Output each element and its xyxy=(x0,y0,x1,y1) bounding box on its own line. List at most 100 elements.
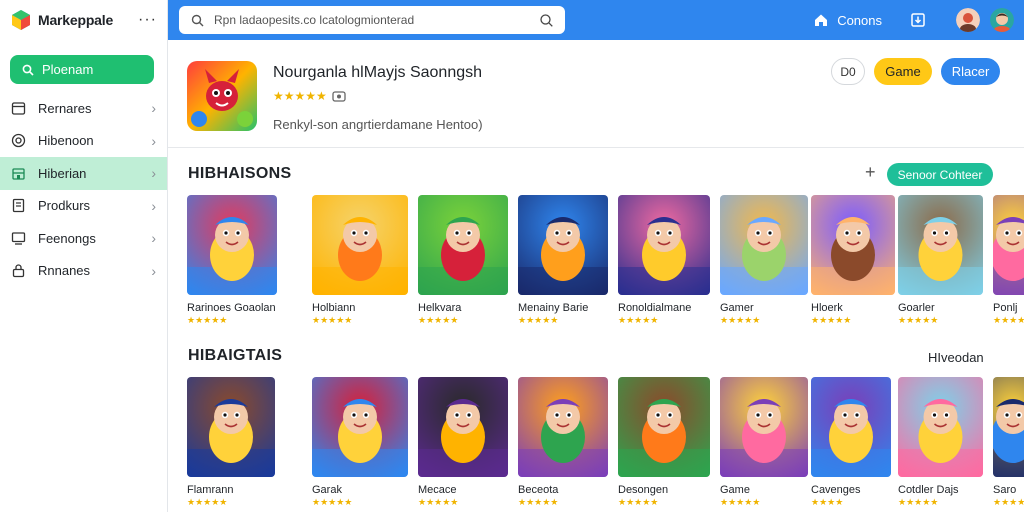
rating-stars: ★★★★★ xyxy=(273,89,327,103)
main-content: Nourganla hlMayjs Saonngsh ★★★★★ Renkyl-… xyxy=(168,40,1024,512)
game-card[interactable]: Ponlj ★★★★ xyxy=(993,195,1024,326)
section-action-button[interactable]: Senoor Cohteer xyxy=(887,163,993,186)
rank-button[interactable]: D0 xyxy=(831,58,865,85)
game-thumbnail[interactable] xyxy=(518,195,608,295)
game-title: Hloerk xyxy=(811,302,843,314)
game-thumbnail[interactable] xyxy=(811,377,891,477)
game-thumbnail[interactable] xyxy=(720,195,808,295)
game-thumbnail[interactable] xyxy=(993,377,1024,477)
game-card[interactable]: Saro ★★★★ xyxy=(993,377,1024,508)
game-rating-stars: ★★★★ xyxy=(993,497,1024,507)
lock-icon xyxy=(11,263,26,278)
game-card[interactable]: Game ★★★★★ xyxy=(720,377,808,508)
game-card[interactable]: Helkvara ★★★★★ xyxy=(418,195,508,326)
more-icon[interactable]: ··· xyxy=(138,11,157,29)
game-card[interactable]: Beceota ★★★★★ xyxy=(518,377,608,508)
game-title: Gamer xyxy=(720,302,754,314)
brand-name: Markeppale xyxy=(38,12,114,28)
search-bar[interactable] xyxy=(179,6,565,34)
game-title: Flamrann xyxy=(187,484,234,496)
sidebar-search-button[interactable]: Ploenam xyxy=(10,55,154,84)
sidebar-item-label: Rernares xyxy=(38,100,92,116)
game-rating-stars: ★★★★★ xyxy=(518,315,559,325)
game-card[interactable]: Menainy Barie ★★★★★ xyxy=(518,195,608,326)
game-title: Ponlj xyxy=(993,302,1018,314)
view-all-link[interactable]: HIveodan xyxy=(928,350,984,365)
game-card[interactable]: Cavenges ★★★★ xyxy=(811,377,891,508)
sidebar-item-hiberian[interactable]: Hiberian › xyxy=(0,157,167,190)
sidebar-search-label: Ploenam xyxy=(42,62,94,77)
game-thumbnail[interactable] xyxy=(518,377,608,477)
window-icon xyxy=(11,101,26,116)
sidebar-item-rernares[interactable]: Rernares › xyxy=(0,92,167,125)
home-label: Conons xyxy=(837,12,882,28)
topbar-actions: Conons xyxy=(813,0,1024,40)
game-thumbnail[interactable] xyxy=(418,195,508,295)
game-rating-stars: ★★★★ xyxy=(811,497,844,507)
game-thumbnail[interactable] xyxy=(720,377,808,477)
game-card[interactable]: Ronoldialmane ★★★★★ xyxy=(618,195,710,326)
game-thumbnail[interactable] xyxy=(898,195,983,295)
search-input[interactable] xyxy=(214,13,530,27)
game-thumbnail[interactable] xyxy=(898,377,983,477)
game-rating-stars: ★★★★★ xyxy=(618,497,659,507)
game-thumbnail[interactable] xyxy=(418,377,508,477)
brand[interactable]: Markeppale ··· xyxy=(0,0,167,40)
game-card[interactable]: Mecace ★★★★★ xyxy=(418,377,508,508)
game-card[interactable]: Garak ★★★★★ xyxy=(312,377,408,508)
download-icon[interactable] xyxy=(910,12,926,28)
section-title: HIBHAISONS xyxy=(188,165,292,182)
game-card[interactable]: Cotdler Dajs ★★★★★ xyxy=(898,377,983,508)
primary-action-button[interactable]: Rlacer xyxy=(941,58,1000,85)
target-icon xyxy=(11,133,26,148)
chevron-right-icon: › xyxy=(151,197,156,214)
game-thumbnail[interactable] xyxy=(187,377,275,477)
game-card[interactable]: Desongen ★★★★★ xyxy=(618,377,710,508)
game-thumbnail[interactable] xyxy=(312,195,408,295)
game-rating-stars: ★★★★★ xyxy=(811,315,852,325)
game-rating-stars: ★★★★★ xyxy=(418,497,459,507)
game-title: Beceota xyxy=(518,484,559,496)
home-link[interactable]: Conons xyxy=(813,12,882,28)
game-card[interactable]: Holbiann ★★★★★ xyxy=(312,195,408,326)
game-thumbnail[interactable] xyxy=(618,195,710,295)
game-card[interactable]: Rarinoes Goaolan ★★★★★ xyxy=(187,195,277,326)
game-card[interactable]: Goarler ★★★★★ xyxy=(898,195,983,326)
app-title: Nourganla hlMayjs Saonngsh xyxy=(273,64,483,81)
sidebar-item-prodkurs[interactable]: Prodkurs › xyxy=(0,190,167,223)
brand-logo-icon xyxy=(12,10,30,30)
chevron-right-icon: › xyxy=(151,262,156,279)
game-title: Garak xyxy=(312,484,342,496)
topbar: Conons xyxy=(168,0,1024,40)
game-rating-stars: ★★★★★ xyxy=(312,315,353,325)
home-icon xyxy=(815,14,828,26)
sidebar-item-rnnanes[interactable]: Rnnanes › xyxy=(0,255,167,288)
sidebar-item-label: Hiberian xyxy=(38,165,87,181)
game-rating-stars: ★★★★★ xyxy=(187,315,228,325)
avatar-secondary[interactable] xyxy=(956,8,980,32)
game-thumbnail[interactable] xyxy=(993,195,1024,295)
app-header: Nourganla hlMayjs Saonngsh ★★★★★ Renkyl-… xyxy=(168,40,1024,148)
game-thumbnail[interactable] xyxy=(312,377,408,477)
search-icon xyxy=(22,64,34,76)
game-card[interactable]: Gamer ★★★★★ xyxy=(720,195,808,326)
plus-icon[interactable]: + xyxy=(865,162,876,183)
game-thumbnail[interactable] xyxy=(187,195,277,295)
game-thumbnail[interactable] xyxy=(618,377,710,477)
game-card[interactable]: Hloerk ★★★★★ xyxy=(811,195,895,326)
game-title: Mecace xyxy=(418,484,457,496)
avatar[interactable] xyxy=(990,8,1014,32)
sidebar-item-feenongs[interactable]: Feenongs › xyxy=(0,222,167,255)
game-title: Saro xyxy=(993,484,1017,496)
game-rating-stars: ★★★★★ xyxy=(720,497,761,507)
search-submit-icon[interactable] xyxy=(540,13,553,27)
game-title: Helkvara xyxy=(418,302,462,314)
game-rating-stars: ★★★★★ xyxy=(418,315,459,325)
game-card[interactable]: Flamrann ★★★★★ xyxy=(187,377,275,508)
game-thumbnail[interactable] xyxy=(811,195,895,295)
game-rating-stars: ★★★★★ xyxy=(518,497,559,507)
sidebar-item-hibenoon[interactable]: Hibenoon › xyxy=(0,125,167,158)
game-button[interactable]: Game xyxy=(874,58,932,85)
chevron-right-icon: › xyxy=(151,230,156,247)
game-row: Flamrann ★★★★★ Garak ★★★★★ Mecace ★★★★★ Beceot… xyxy=(168,377,1024,512)
